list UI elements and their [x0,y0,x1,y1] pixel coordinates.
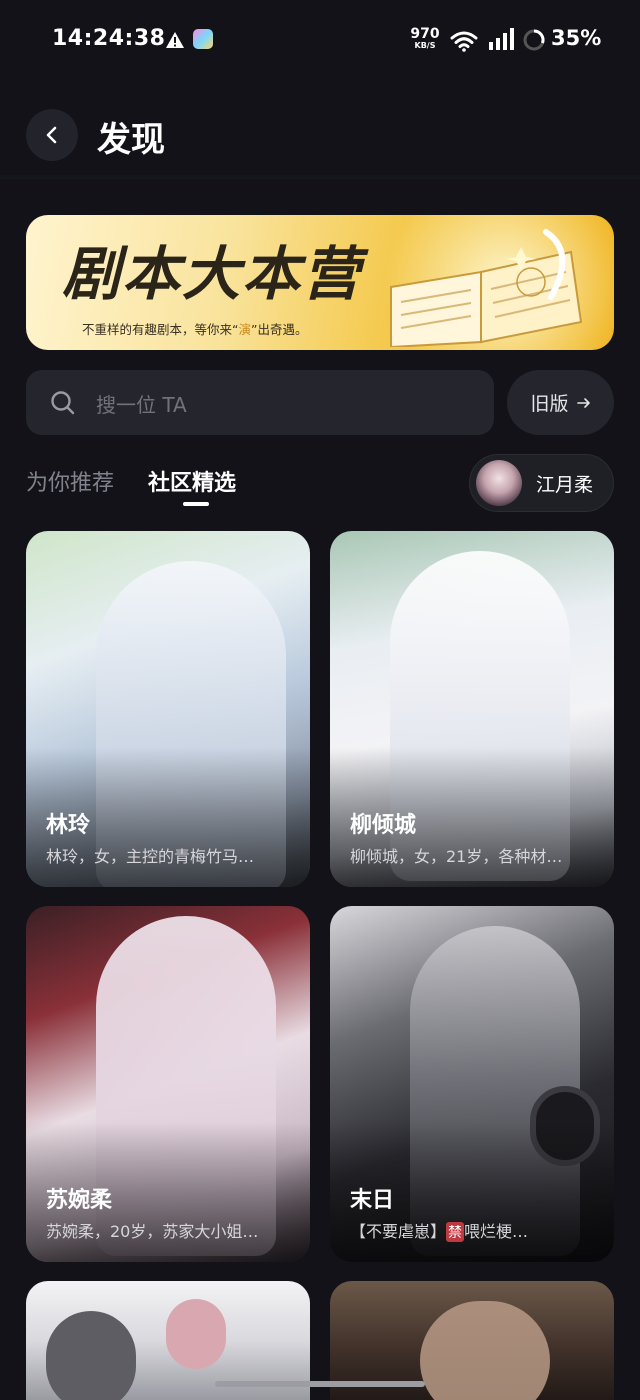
character-card[interactable]: 林玲 林玲，女，主控的青梅竹马… [26,531,310,887]
network-speed-unit: KB/S [414,41,436,50]
card-title: 苏婉柔 [46,1188,113,1213]
banner-subtitle-highlight: 演 [238,322,251,337]
network-speed: 970 KB/S [410,27,440,50]
character-name: 江月柔 [536,474,594,496]
active-tab-indicator [183,502,209,506]
search-input[interactable]: 搜一位 TA [26,370,494,435]
character-card[interactable]: 柳倾城 柳倾城，女，21岁，各种材… [330,531,614,887]
wifi-icon [450,31,478,52]
script-camp-banner[interactable]: 剧本大本营 不重样的有趣剧本，等你来“演”出奇遇。 [26,215,614,350]
arrow-right-icon [576,397,590,408]
avatar [476,460,522,506]
battery-percent: 35% [551,26,602,50]
battery-icon [523,29,545,51]
current-character-chip[interactable]: 江月柔 [469,454,614,512]
open-book-icon [390,229,583,347]
page-title: 发现 [97,120,165,160]
banner-subtitle-end: ”出奇遇。 [251,322,308,337]
header-divider [0,175,640,179]
back-button[interactable] [26,109,78,161]
home-indicator[interactable] [215,1381,425,1387]
search-icon [51,391,75,415]
character-card[interactable]: 末日 【不要虐崽】禁喂烂梗… [330,906,614,1262]
banner-subtitle-start: 不重样的有趣剧本，等你来“ [82,322,239,337]
card-title: 林玲 [46,813,91,838]
app-notification-icon [193,29,213,49]
ban-tag: 禁 [446,1222,465,1242]
card-description: 林玲，女，主控的青梅竹马… [46,847,255,866]
character-illustration [420,1301,550,1400]
chevron-left-icon [46,126,57,144]
old-version-button[interactable]: 旧版 [507,370,614,435]
card-title: 末日 [350,1188,395,1213]
tab-recommend[interactable]: 为你推荐 [26,465,114,497]
banner-title: 剧本大本营 [62,240,363,308]
character-illustration [166,1299,226,1369]
search-placeholder: 搜一位 TA [96,393,187,417]
status-bar: 14:24:38 970 KB/S 35% [0,0,640,80]
card-description-start: 【不要虐崽】 [350,1222,447,1241]
card-description-end: 喂烂梗… [464,1222,529,1241]
card-description: 苏婉柔，20岁，苏家大小姐… [46,1222,259,1241]
tab-community-picks[interactable]: 社区精选 [148,465,236,497]
character-card[interactable]: 苏婉柔 苏婉柔，20岁，苏家大小姐… [26,906,310,1262]
signal-icon [489,28,514,50]
network-speed-value: 970 [410,26,440,42]
old-version-label: 旧版 [530,393,569,415]
card-description: 柳倾城，女，21岁，各种材… [350,847,563,866]
card-title: 柳倾城 [350,813,417,838]
card-description: 【不要虐崽】禁喂烂梗… [350,1218,600,1242]
status-time: 14:24:38 [52,26,166,51]
character-illustration [46,1311,136,1400]
banner-subtitle: 不重样的有趣剧本，等你来“演”出奇遇。 [82,319,307,338]
warning-icon [166,32,184,48]
